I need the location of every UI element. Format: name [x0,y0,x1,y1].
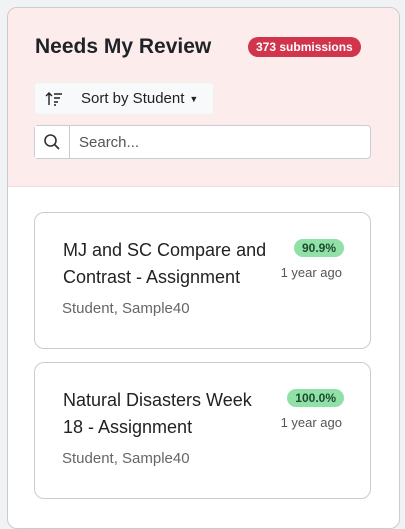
submissions-count-badge: 373 submissions [248,37,361,57]
review-panel: Needs My Review 373 submissions Sort by … [7,7,400,529]
assignment-title: Natural Disasters Week 18 - Assignment [63,390,252,437]
student-name: Student, Sample40 [62,450,190,467]
sort-icon [45,91,63,107]
score-badge: 100.0% [287,389,344,407]
search-icon[interactable] [35,126,70,158]
submission-card[interactable]: MJ and SC Compare and Contrast - Assignm… [34,212,371,349]
search-box [34,125,371,159]
sort-label: Sort by Student [81,90,185,107]
panel-header: Needs My Review 373 submissions Sort by … [8,8,399,187]
chevron-down-icon: ▼ [189,93,199,104]
score-badge: 90.9% [293,239,344,257]
student-name: Student, Sample40 [62,300,190,317]
search-input[interactable] [70,126,370,158]
submitted-time: 1 year ago [280,415,342,430]
submission-card[interactable]: Natural Disasters Week 18 - Assignment S… [34,362,371,499]
submitted-time: 1 year ago [280,265,342,280]
panel-title: Needs My Review [35,35,212,58]
sort-dropdown-button[interactable]: Sort by Student ▼ [34,82,214,115]
assignment-title: MJ and SC Compare and Contrast - Assignm… [63,240,267,287]
